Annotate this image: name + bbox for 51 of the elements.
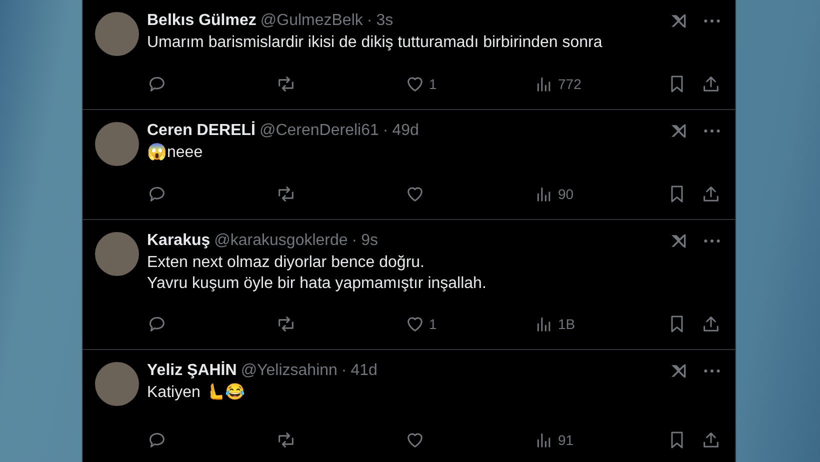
- separator-dot: ·: [341, 362, 347, 380]
- views-count: 90: [558, 186, 574, 202]
- timestamp[interactable]: 49d: [392, 122, 419, 140]
- separator-dot: ·: [366, 12, 372, 30]
- share-icon[interactable]: [701, 184, 721, 204]
- like-count: 1: [429, 76, 437, 92]
- more-icon[interactable]: [703, 128, 721, 134]
- avatar-circle[interactable]: [95, 122, 139, 166]
- like-count: 1: [429, 316, 437, 332]
- more-icon[interactable]: [703, 238, 721, 244]
- tweet-text: Yavru kuşum öyle bir hata yapmamıştır inşallah.: [147, 274, 488, 294]
- like-icon[interactable]: [405, 314, 425, 334]
- share-icon[interactable]: [701, 74, 721, 94]
- like-icon[interactable]: [405, 430, 425, 450]
- views-count: 91: [558, 432, 574, 448]
- separator-dot: ·: [382, 122, 388, 140]
- username[interactable]: @karakusgoklerde: [214, 232, 348, 250]
- tweet-text: Exten next olmaz diyorlar bence doğru.: [147, 253, 426, 273]
- display-name[interactable]: Karakuş: [147, 232, 210, 250]
- display-name[interactable]: Ceren DERELİ: [147, 122, 256, 140]
- avatar-circle[interactable]: [95, 12, 139, 56]
- username[interactable]: @GulmezBelk: [260, 12, 363, 30]
- username[interactable]: @Yelizsahinn: [240, 362, 338, 380]
- share-icon[interactable]: [701, 314, 721, 334]
- reply-icon[interactable]: [147, 430, 167, 450]
- separator-dot: ·: [352, 232, 358, 250]
- avatar-circle[interactable]: [95, 362, 139, 406]
- username[interactable]: @CerenDereli61: [259, 122, 379, 140]
- more-icon[interactable]: [703, 18, 721, 24]
- repost-icon[interactable]: [276, 184, 296, 204]
- more-icon[interactable]: [703, 368, 721, 374]
- timestamp[interactable]: 9s: [361, 232, 378, 250]
- tweet-text: Katiyen 🫷😂: [147, 382, 246, 403]
- repost-icon[interactable]: [276, 314, 296, 334]
- reply-icon[interactable]: [147, 184, 167, 204]
- timestamp[interactable]: 3s: [376, 12, 394, 30]
- display-name[interactable]: Belkıs Gülmez: [147, 12, 256, 30]
- avatar-circle[interactable]: [95, 232, 139, 276]
- repost-icon[interactable]: [276, 430, 296, 450]
- tweet-text: Umarım barismislardir ikisi de dikiş tutturamadı birbirinden sonra: [147, 33, 604, 53]
- views-count: 1B: [558, 316, 576, 332]
- reply-icon[interactable]: [147, 314, 167, 334]
- repost-icon[interactable]: [276, 74, 296, 94]
- timestamp[interactable]: 41d: [350, 362, 378, 380]
- share-icon[interactable]: [701, 430, 721, 450]
- reply-icon[interactable]: [147, 74, 167, 94]
- display-name[interactable]: Yeliz ŞAHİN: [147, 362, 237, 380]
- views-count: 772: [558, 76, 582, 92]
- tweet-text: 😱neee: [147, 142, 204, 163]
- like-icon[interactable]: [405, 184, 425, 204]
- like-icon[interactable]: [405, 74, 425, 94]
